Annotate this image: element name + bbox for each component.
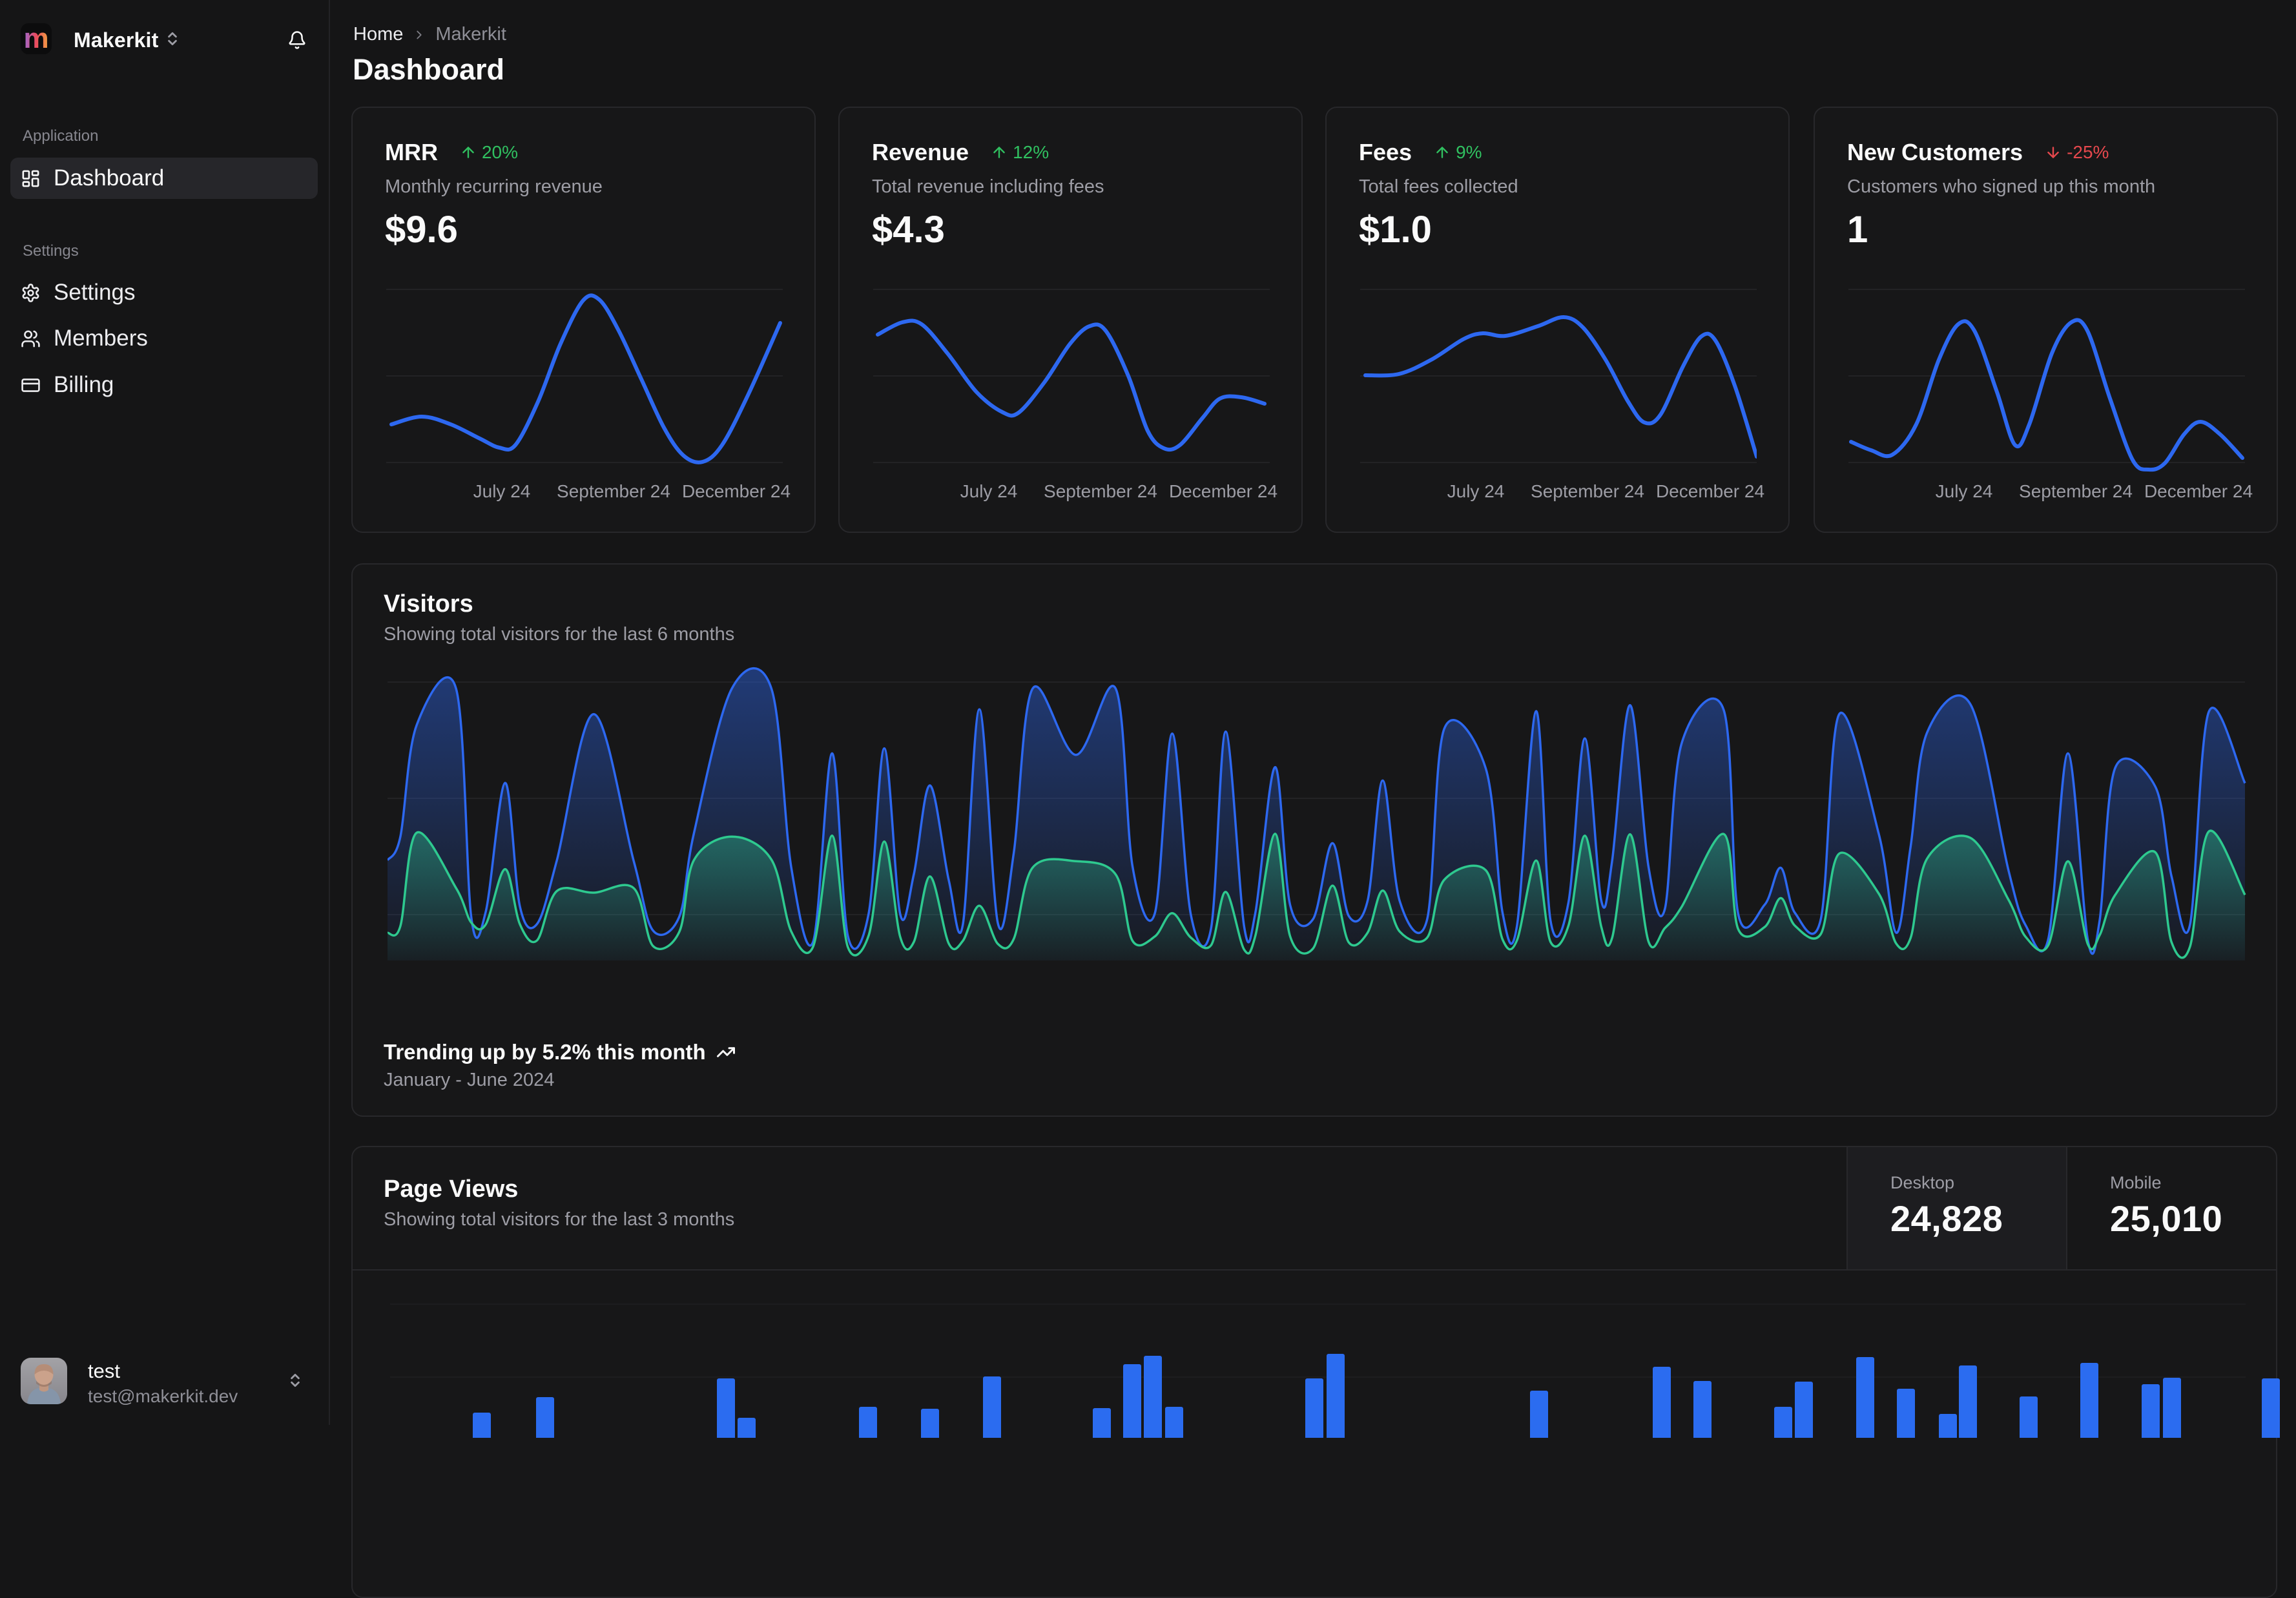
- svg-text:m: m: [23, 23, 48, 54]
